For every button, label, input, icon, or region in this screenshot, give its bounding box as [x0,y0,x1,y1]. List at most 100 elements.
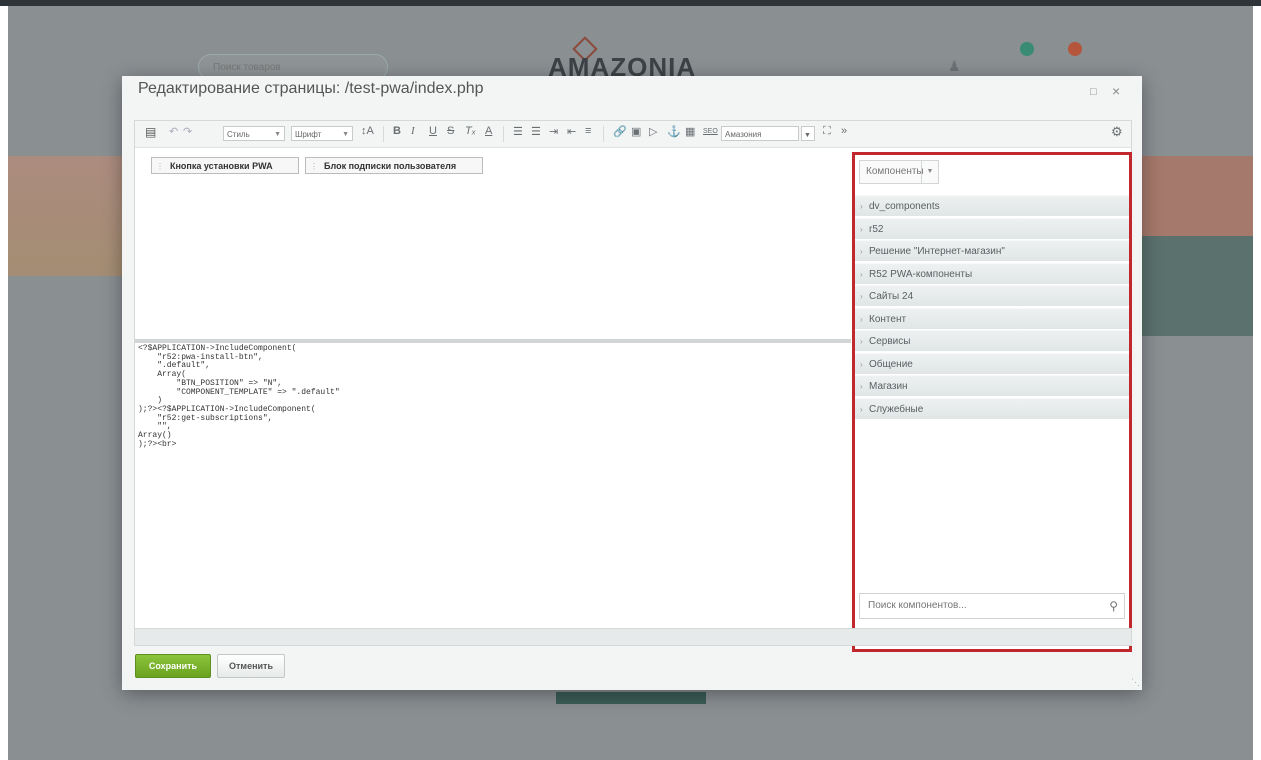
template-select[interactable]: Амазония [721,126,799,141]
component-chip[interactable]: ⋮ Кнопка установки PWA [151,157,299,174]
component-group[interactable]: › Служебные [855,397,1129,419]
component-group-label: dv_components [869,201,940,212]
unordered-list-icon[interactable]: ☰ [531,125,541,138]
drag-handle-icon[interactable]: ⋮ [310,158,318,175]
component-group-label: r52 [869,223,884,235]
drag-handle-icon[interactable]: ⋮ [156,158,164,175]
component-group[interactable]: › Магазин [855,375,1129,396]
background-banner-right [1123,156,1253,236]
component-chip[interactable]: ⋮ Блок подписки пользователя [305,157,483,174]
font-select-label: Шрифт [295,130,322,139]
toolbar-divider [383,126,384,142]
font-size-icon[interactable]: ↕A [361,125,374,137]
chevron-down-icon: ▼ [804,132,811,139]
italic-icon[interactable]: I [411,125,415,137]
chevron-down-icon: ▼ [274,131,281,138]
chevron-down-icon: ▼ [921,161,938,183]
strikethrough-icon[interactable]: S [447,125,454,137]
font-color-icon[interactable]: A [485,125,492,137]
component-group-label: Магазин [869,381,908,392]
style-select[interactable]: Стиль ▼ [223,126,285,141]
code-line: "r52:pwa-install-btn", [138,352,263,362]
settings-icon[interactable]: ⚙ [1111,124,1123,140]
component-search-input[interactable] [866,599,1090,612]
chevron-right-icon: › [860,247,863,256]
chevron-right-icon: › [860,224,863,234]
edit-page-dialog: Редактирование страницы: /test-pwa/index… [122,76,1142,690]
chevron-right-icon: › [860,359,863,369]
outdent-icon[interactable]: ⇤ [567,125,576,138]
code-line: "COMPONENT_TEMPLATE" => ".default" [138,387,340,397]
search-icon[interactable]: ⚲ [1109,594,1118,618]
resize-handle-icon[interactable]: ⋱ [1131,677,1140,688]
toolbar-divider [503,126,504,142]
dialog-title: Редактирование страницы: /test-pwa/index… [138,80,484,97]
video-icon[interactable]: ▷ [649,125,657,138]
more-icon[interactable]: » [841,125,847,137]
link-icon[interactable]: 🔗 [613,125,627,138]
chevron-right-icon: › [860,382,863,391]
chevron-right-icon: › [860,292,863,301]
image-icon[interactable]: ▣ [631,125,641,138]
undo-icon[interactable]: ↶ [169,125,178,138]
style-select-label: Стиль [227,130,250,139]
redo-icon[interactable]: ↷ [183,125,192,138]
component-group-label: Решение "Интернет-магазин" [869,246,1005,257]
table-icon[interactable]: ▦ [685,125,695,138]
editor-toolbar: ▤ ↶ ↷ Стиль ▼ Шрифт ▼ ↕A B I U S Tₓ A ☰ ☰ … [135,121,1131,148]
component-group[interactable]: › Общение [855,352,1129,374]
maximize-icon[interactable]: □ [1090,86,1097,98]
template-dropdown[interactable]: ▼ [801,126,815,141]
component-group[interactable]: › r52 [855,217,1129,239]
component-group[interactable]: › dv_components [855,195,1129,216]
component-group-label: Служебные [869,403,924,415]
chevron-right-icon: › [860,202,863,211]
code-line: );?><br> [138,439,177,449]
align-icon[interactable]: ≡ [585,125,591,137]
component-group-label: Сервисы [869,336,911,347]
editor-splitter[interactable] [135,339,851,343]
code-line: ".default", [138,361,211,371]
chevron-right-icon: › [860,314,863,324]
component-group-label: Сайты 24 [869,291,914,302]
component-chip-label: Кнопка установки PWA [170,161,273,171]
component-group[interactable]: › R52 PWA-компоненты [855,262,1129,284]
font-select[interactable]: Шрифт ▼ [291,126,353,141]
fullscreen-icon[interactable]: ⛶ [823,125,831,138]
ordered-list-icon[interactable]: ☰ [513,125,523,138]
component-group-label: Общение [869,358,913,370]
editor-status-bar [134,628,1132,646]
code-line: Array() [138,431,172,441]
seo-icon[interactable]: SEO [703,128,718,135]
component-group[interactable]: › Решение "Интернет-магазин" [855,240,1129,261]
component-group[interactable]: › Сервисы [855,330,1129,351]
code-editor[interactable]: <?$APPLICATION->IncludeComponent( "r52:p… [138,344,848,635]
component-group[interactable]: › Контент [855,307,1129,329]
chevron-right-icon: › [860,337,863,346]
component-search: ⚲ [859,593,1125,619]
code-view-icon[interactable]: ▤ [145,125,156,139]
code-line: "r52:get-subscriptions", [138,413,273,423]
component-group-label: Контент [869,313,907,325]
cancel-button[interactable]: Отменить [217,654,285,678]
component-group[interactable]: › Сайты 24 [855,285,1129,306]
toolbar-divider [603,126,604,142]
anchor-icon[interactable]: ⚓ [667,125,681,138]
components-tree: › dv_components › r52 › Решение "Интернет-м… [855,195,1129,420]
remove-format-icon[interactable]: Tₓ [465,125,476,137]
template-select-label: Амазония [725,130,762,139]
visual-editor-area[interactable]: ⋮ Кнопка установки PWA ⋮ Блок подписки пол… [135,148,851,338]
components-dropdown[interactable]: Компоненты ▼ [859,160,939,184]
close-icon[interactable]: × [1112,83,1120,99]
favorites-badge [1020,42,1034,56]
chevron-down-icon: ▼ [342,131,349,138]
bold-icon[interactable]: B [393,125,401,137]
components-dropdown-label: Компоненты [866,166,924,177]
indent-icon[interactable]: ⇥ [549,125,558,138]
underline-icon[interactable]: U [429,125,437,137]
chevron-right-icon: › [860,269,863,279]
save-button[interactable]: Сохранить [135,654,211,678]
cart-badge [1068,42,1082,56]
components-panel: Компоненты ▼ › dv_components › r52 › Решени… [852,152,1132,652]
component-group-label: R52 PWA-компоненты [869,268,973,280]
